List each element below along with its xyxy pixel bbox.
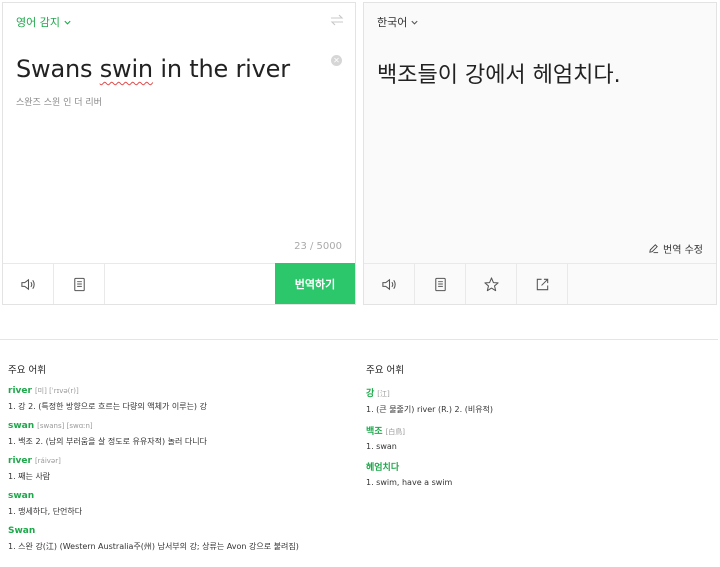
target-language-label: 한국어 [377,16,408,29]
edit-translation-button[interactable]: 번역 수정 [648,241,703,256]
vocabulary-meaning: 1. 째는 사람 [8,472,51,481]
source-pronunciation: 스완즈 스윈 인 더 리버 [16,98,102,108]
favorite-button[interactable] [466,264,517,304]
book-icon [434,277,446,291]
share-icon [536,278,548,290]
vocabulary-meaning: 1. 백조 2. (남의 부러움을 살 정도로 유유자적) 놀러 다니다 [8,437,207,446]
vocabulary-phonetic: [swans] [swɑːn] [37,422,93,430]
source-language-label: 영어 감지 [16,16,60,29]
translate-button[interactable]: 번역하기 [275,263,355,304]
speaker-icon [20,278,35,290]
vocabulary-entry: 백조 [白鳥] 1. swan [366,424,706,451]
share-button[interactable] [517,264,568,304]
source-listen-button[interactable] [3,264,54,304]
source-text-input[interactable]: Swans swin in the river [16,55,290,83]
vocabulary-word[interactable]: river [8,456,32,466]
source-language-selector[interactable]: 영어 감지 [16,14,72,30]
vocabulary-word[interactable]: 백조 [366,424,383,437]
spelling-error-word[interactable]: swin [100,55,153,83]
vocabulary-entry: swan [swans] [swɑːn] 1. 백조 2. (남의 부러움을 살 정… [8,421,348,447]
vocabulary-meaning: 1. 스완 강(江) (Western Australia주(州) 남서부의 강… [8,542,299,551]
target-toolbar [364,263,716,304]
target-listen-button[interactable] [364,264,415,304]
vocabulary-word[interactable]: river [8,386,32,396]
chevron-down-icon [64,20,71,25]
vocabulary-word[interactable]: 헤엄치다 [366,460,399,473]
vocabulary-meaning: 1. 맹세하다, 단언하다 [8,507,83,516]
vocabulary-phonetic: [江] [377,390,390,398]
book-icon [73,277,85,291]
vocabulary-word[interactable]: swan [8,421,34,431]
vocabulary-word-line: 백조 [白鳥] [366,424,706,437]
source-vocabulary-section: 주요 어휘 river [미] [ˈrɪvə(r)] 1. 강 2. (특정한 방향… [8,362,348,561]
target-language-selector[interactable]: 한국어 [377,14,419,30]
vocabulary-word-line: river [ráivər] [8,456,348,466]
vocabulary-word[interactable]: swan [8,491,34,501]
source-text-part: in the river [152,55,290,83]
section-divider [0,339,718,340]
target-dictionary-button[interactable] [415,264,466,304]
edit-translation-label: 번역 수정 [663,245,703,256]
vocabulary-meaning: 1. (큰 물줄기) river (R.) 2. (비유적) [366,405,494,414]
speaker-icon [381,278,396,290]
vocabulary-entry: river [미] [ˈrɪvə(r)] 1. 강 2. (특정한 방향으로 흐르는… [8,386,348,412]
vocabulary-entry: Swan 1. 스완 강(江) (Western Australia주(州) 남서… [8,526,348,552]
source-text-part: Swans [16,55,100,83]
swap-languages-icon[interactable] [330,14,344,26]
vocabulary-word-line: swan [swans] [swɑːn] [8,421,348,431]
vocabulary-entry: 헤엄치다 1. swim, have a swim [366,460,706,487]
pencil-icon [649,244,659,254]
vocabulary-word-line: 강 [江] [366,386,706,399]
vocabulary-word-line: swan [8,491,348,501]
target-vocabulary-section: 주요 어휘 강 [江] 1. (큰 물줄기) river (R.) 2. (비유적)… [366,362,706,496]
character-count: 23 / 5000 [294,241,342,252]
vocabulary-meaning: 1. swim, have a swim [366,478,453,487]
clear-text-icon[interactable]: ✕ [331,55,342,66]
vocabulary-word[interactable]: 강 [366,386,374,399]
vocabulary-word-line: river [미] [ˈrɪvə(r)] [8,386,348,396]
source-panel: 영어 감지 Swans swin in the river ✕ 스완즈 스윈 인… [2,2,356,305]
vocabulary-list: river [미] [ˈrɪvə(r)] 1. 강 2. (특정한 방향으로 흐르는… [8,386,348,552]
vocabulary-meaning: 1. 강 2. (특정한 방향으로 흐르는 다량의 액체가 이루는) 강 [8,402,207,411]
vocabulary-word-line: 헤엄치다 [366,460,706,473]
vocabulary-entry: river [ráivər] 1. 째는 사람 [8,456,348,482]
star-icon [483,276,499,291]
vocabulary-entry: 강 [江] 1. (큰 물줄기) river (R.) 2. (비유적) [366,386,706,415]
vocabulary-heading: 주요 어휘 [366,365,404,376]
source-dictionary-button[interactable] [54,264,105,304]
translation-output: 백조들이 강에서 헤엄치다. [377,63,621,88]
target-panel: 한국어 백조들이 강에서 헤엄치다. 번역 수정 [363,2,717,305]
vocabulary-meaning: 1. swan [366,442,397,451]
vocabulary-phonetic: [ráivər] [34,457,61,465]
vocabulary-list: 강 [江] 1. (큰 물줄기) river (R.) 2. (비유적) 백조 [白鳥]… [366,386,706,487]
chevron-down-icon [411,20,418,25]
vocabulary-phonetic: [미] [ˈrɪvə(r)] [34,387,79,395]
vocabulary-entry: swan 1. 맹세하다, 단언하다 [8,491,348,517]
vocabulary-phonetic: [白鳥] [385,428,406,436]
vocabulary-heading: 주요 어휘 [8,365,46,376]
vocabulary-word[interactable]: Swan [8,526,35,536]
vocabulary-word-line: Swan [8,526,348,536]
